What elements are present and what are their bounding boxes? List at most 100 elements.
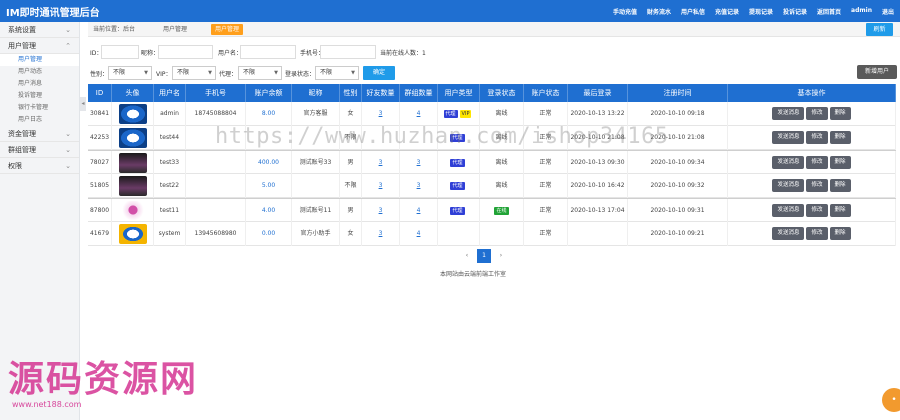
sidebar-collapse-icon[interactable]: ◂ [80, 97, 86, 111]
friends-link[interactable]: 3 [379, 207, 383, 214]
caret-down-icon: ▼ [351, 70, 355, 76]
groups-link[interactable]: 4 [417, 207, 421, 214]
send-message-button[interactable]: 发送消息 [772, 179, 805, 192]
table-row: 51805 test22 5.00 不限 3 3 代理 离线 正常 2020-10-10 16:4… [88, 174, 896, 198]
sidebar-item-user-manage[interactable]: 用户管理 [0, 54, 79, 66]
column-header-phone: 手机号 [186, 84, 246, 102]
send-message-button[interactable]: 发送消息 [772, 204, 805, 217]
delete-button[interactable]: 删除 [829, 156, 851, 169]
table-row: 30841 admin 18745088804 8.00 官方客服女 3 4 代理 VIP 离线正… [88, 102, 896, 126]
agent-select[interactable]: 不限 ▼ [238, 66, 282, 80]
friends-link[interactable]: 3 [379, 182, 383, 189]
id-input[interactable] [101, 45, 139, 59]
username-input[interactable] [240, 45, 296, 59]
send-message-button[interactable]: 发送消息 [772, 107, 805, 120]
confirm-button[interactable]: 确定 [363, 66, 395, 80]
column-header-last_login: 最后登录 [568, 84, 628, 102]
column-header-groups: 群组数量 [400, 84, 438, 102]
groups-link[interactable]: 4 [417, 230, 421, 237]
cell-gender: 男 [340, 199, 362, 223]
delete-button[interactable]: 删除 [829, 131, 851, 144]
breadcrumb-section[interactable]: 用户管理 [160, 24, 190, 35]
cell-balance[interactable]: 400.00 [246, 151, 292, 175]
nav-manual-recharge[interactable]: 手动充值 [613, 7, 637, 16]
nickname-label: 昵称： [141, 50, 160, 57]
cell-balance[interactable]: 5.00 [246, 174, 292, 198]
nav-username[interactable]: admin [851, 7, 872, 16]
table-row: 41679 system 13945608980 0.00 官方小助手女 3 4 正常 2020… [88, 222, 896, 246]
edit-button[interactable]: 修改 [806, 179, 828, 192]
send-message-button[interactable]: 发送消息 [772, 156, 805, 169]
gender-label: 性别： [90, 71, 109, 78]
cell-balance[interactable]: 4.00 [246, 199, 292, 223]
nickname-input[interactable] [158, 45, 213, 59]
delete-button[interactable]: 删除 [829, 204, 851, 217]
pagination: ‹ 1 › [460, 249, 508, 263]
vip-select[interactable]: 不限 ▼ [172, 66, 216, 80]
nav-private-messages[interactable]: 用户私信 [681, 7, 705, 16]
cell-nickname: 官方小助手 [292, 222, 340, 246]
phone-input[interactable] [320, 45, 376, 59]
groups-link[interactable]: 3 [417, 159, 421, 166]
edit-button[interactable]: 修改 [806, 131, 828, 144]
login-status-select[interactable]: 不限 ▼ [315, 66, 359, 80]
nav-home[interactable]: 返回首页 [817, 7, 841, 16]
sidebar-group-label: 群组管理 [8, 146, 36, 154]
sidebar-group-groups[interactable]: 群组管理 ⌄ [0, 142, 79, 158]
cell-balance[interactable]: 0.00 [246, 222, 292, 246]
sidebar-group-funds[interactable]: 资金管理 ⌄ [0, 126, 79, 142]
sidebar-group-permissions[interactable]: 权限 ⌄ [0, 158, 79, 174]
edit-button[interactable]: 修改 [806, 227, 828, 240]
delete-button[interactable]: 删除 [829, 107, 851, 120]
prev-page-button[interactable]: ‹ [460, 249, 474, 263]
cell-friends: 3 [362, 102, 400, 126]
groups-link[interactable]: 3 [417, 182, 421, 189]
user-type-badge: VIP [459, 109, 472, 118]
sidebar-item-complaints[interactable]: 投诉管理 [0, 90, 79, 102]
sidebar-group-system[interactable]: 系统设置 ⌄ [0, 22, 79, 38]
sidebar-item-user-logs[interactable]: 用户日志 [0, 114, 79, 126]
sidebar-item-user-moments[interactable]: 用户动态 [0, 66, 79, 78]
send-message-button[interactable]: 发送消息 [772, 227, 805, 240]
cell-gender: 女 [340, 222, 362, 246]
cell-status: 正常 [524, 174, 568, 198]
friends-link[interactable]: 3 [379, 110, 383, 117]
add-user-button[interactable]: 新增用户 [857, 65, 897, 79]
sidebar-item-bank-cards[interactable]: 银行卡管理 [0, 102, 79, 114]
friends-link[interactable]: 3 [379, 159, 383, 166]
delete-button[interactable]: 删除 [829, 227, 851, 240]
cell-nickname: 官方客服 [292, 102, 340, 126]
next-page-button[interactable]: › [494, 249, 508, 263]
nav-complaint-records[interactable]: 投诉记录 [783, 7, 807, 16]
edit-button[interactable]: 修改 [806, 156, 828, 169]
cell-avatar [112, 174, 154, 198]
cell-avatar [112, 126, 154, 150]
sidebar-group-users[interactable]: 用户管理 ⌃ [0, 38, 79, 54]
page-1-button[interactable]: 1 [477, 249, 491, 263]
nav-withdraw-records[interactable]: 提现记录 [749, 7, 773, 16]
column-header-avatar: 头像 [112, 84, 154, 102]
vip-select-value: 不限 [177, 69, 190, 76]
gender-select-value: 不限 [113, 69, 126, 76]
groups-link[interactable]: 4 [417, 110, 421, 117]
cell-id: 41679 [88, 222, 112, 246]
username-label: 用户名： [218, 50, 243, 57]
gender-select[interactable]: 不限 ▼ [108, 66, 152, 80]
friends-link[interactable]: 3 [379, 230, 383, 237]
nav-recharge-records[interactable]: 充值记录 [715, 7, 739, 16]
delete-button[interactable]: 删除 [829, 179, 851, 192]
avatar [118, 224, 147, 244]
avatar [118, 128, 147, 148]
refresh-button[interactable]: 刷新 [866, 23, 893, 36]
send-message-button[interactable]: 发送消息 [772, 131, 805, 144]
nav-logout[interactable]: 退出 [882, 7, 894, 16]
nav-finance-flow[interactable]: 财务流水 [647, 7, 671, 16]
edit-button[interactable]: 修改 [806, 107, 828, 120]
cell-login: 在线 [480, 199, 524, 223]
login-status-select-value: 不限 [320, 69, 333, 76]
floating-help-icon[interactable]: • [882, 388, 900, 412]
edit-button[interactable]: 修改 [806, 204, 828, 217]
cell-balance[interactable]: 8.00 [246, 102, 292, 126]
tab-user-manage[interactable]: 用户管理 [211, 24, 244, 35]
sidebar-item-user-messages[interactable]: 用户消息 [0, 78, 79, 90]
